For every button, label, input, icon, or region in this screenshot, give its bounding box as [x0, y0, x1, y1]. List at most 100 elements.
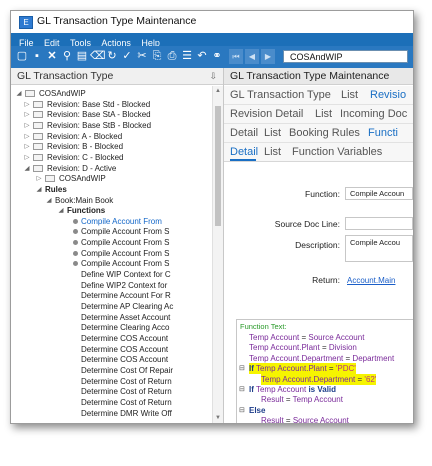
tree-item[interactable]: Determine Cost of Return — [11, 386, 213, 397]
fold-icon[interactable]: ⊟ — [239, 384, 245, 395]
pin-icon[interactable]: ⇩ — [209, 68, 217, 85]
fold-icon[interactable]: ⊟ — [239, 363, 245, 374]
expand-icon[interactable]: ▷ — [23, 141, 31, 152]
tree-item[interactable]: Compile Account From S — [11, 226, 213, 237]
tab-gl-transaction-type[interactable]: GL Transaction Type — [230, 86, 331, 104]
tree-item[interactable]: ◢ Rules — [11, 184, 213, 195]
toolbar: ▢ ▪ ✕ ⚲ ▤ ⌫ ↻ ✓ ✂ ⎘ ⎙ ☰ ↶ ⚭ ⏮ ◀ ▶ COSAnd… — [11, 46, 413, 68]
tab-incoming-doc[interactable]: Incoming Doc — [340, 105, 407, 123]
tree-item[interactable]: Determine Clearing Acco — [11, 322, 213, 333]
tree-item[interactable]: ▷ Revision: Base StB - Blocked — [11, 120, 213, 131]
collapse-icon[interactable]: ◢ — [23, 163, 31, 174]
collapse-icon[interactable]: ◢ — [45, 195, 53, 206]
tab-booking-rules[interactable]: Booking Rules — [289, 124, 360, 142]
tree-item[interactable]: Determine COS Account — [11, 344, 213, 355]
refresh-icon[interactable]: ↻ — [105, 49, 119, 64]
function-field[interactable]: Compile Accoun — [345, 187, 413, 200]
tree-item[interactable]: ▷ Revision: Base StA - Blocked — [11, 109, 213, 120]
tree-item[interactable]: ◢ COSAndWIP — [11, 88, 213, 99]
tree-item[interactable]: ▷ Revision: Base Std - Blocked — [11, 99, 213, 110]
attach-icon[interactable]: ⎘ — [150, 49, 164, 64]
tree-item[interactable]: ◢ Functions — [11, 205, 213, 216]
expand-icon[interactable]: ▷ — [23, 120, 31, 131]
tree-item[interactable]: ◢ Book:Main Book — [11, 195, 213, 206]
tab-revision[interactable]: Revisio — [370, 86, 406, 104]
tree-item[interactable]: Compile Account From S — [11, 258, 213, 269]
tab-rule-list[interactable]: List — [264, 124, 281, 142]
clear-icon[interactable]: ⌫ — [90, 49, 106, 64]
return-link[interactable]: Account.Main — [347, 276, 395, 285]
tree-item[interactable]: ▷ Revision: A - Blocked — [11, 131, 213, 142]
tree-item[interactable]: ▷ Revision: C - Blocked — [11, 152, 213, 163]
tree-item[interactable]: Determine Cost of Return — [11, 397, 213, 408]
print-icon[interactable]: ⎙ — [165, 49, 179, 64]
function-bullet-icon — [73, 261, 78, 267]
tab-function-variables[interactable]: Function Variables — [292, 143, 382, 161]
check-icon[interactable]: ✓ — [120, 49, 134, 64]
tree-panel-title: GL Transaction Type — [17, 70, 114, 82]
tab-rule-detail[interactable]: Detail — [230, 124, 258, 142]
binoculars-icon[interactable]: ⚲ — [60, 49, 74, 64]
function-text-label: Function Text: — [240, 322, 287, 331]
code-line: Temp Account = Source Account — [237, 332, 413, 343]
prev-record-icon[interactable]: ◀ — [245, 49, 259, 64]
next-record-icon[interactable]: ▶ — [261, 49, 275, 64]
tree-item[interactable]: Compile Account From S — [11, 248, 213, 259]
tab-revision-detail[interactable]: Revision Detail — [230, 105, 303, 123]
tree-item[interactable]: ◢ Revision: D - Active — [11, 163, 213, 174]
expand-icon[interactable]: ▷ — [23, 99, 31, 110]
collapse-icon[interactable]: ◢ — [35, 184, 43, 195]
folder-icon[interactable]: ▤ — [75, 49, 89, 64]
code-variable: Temp Account — [249, 333, 300, 342]
collapse-icon[interactable]: ◢ — [57, 205, 65, 216]
scroll-thumb[interactable] — [215, 106, 221, 226]
tree-item[interactable]: Determine Cost Of Repair — [11, 365, 213, 376]
scroll-up-icon[interactable]: ▲ — [213, 86, 223, 96]
list-icon[interactable]: ☰ — [180, 49, 194, 64]
tree-item-label: Determine Account For R — [81, 291, 171, 301]
tree-item[interactable]: Determine Asset Account — [11, 312, 213, 323]
tab-functions[interactable]: Functi — [368, 124, 398, 142]
tree-item[interactable]: Determine DMR Write Off — [11, 408, 213, 419]
folder-icon — [33, 143, 43, 151]
tree-item[interactable]: Determine COS Account — [11, 354, 213, 365]
cut-icon[interactable]: ✂ — [135, 49, 149, 64]
tree-item[interactable]: Define WIP2 Context for — [11, 280, 213, 291]
expand-icon[interactable]: ▷ — [23, 131, 31, 142]
new-icon[interactable]: ▢ — [15, 49, 29, 64]
return-label: Return: — [312, 275, 340, 285]
description-field[interactable]: Compile Accou — [345, 235, 413, 262]
search-icon[interactable]: ⚭ — [210, 49, 224, 64]
first-record-icon[interactable]: ⏮ — [229, 49, 243, 64]
tree-item[interactable]: Determine Account For R — [11, 290, 213, 301]
code-operator: = — [357, 374, 363, 384]
folder-icon — [33, 121, 43, 129]
save-icon[interactable]: ▪ — [30, 49, 44, 64]
expand-icon[interactable]: ▷ — [23, 152, 31, 163]
tree-scrollbar[interactable]: ▲ ▼ — [212, 86, 223, 423]
source-doc-line-field[interactable] — [345, 217, 413, 230]
expand-icon[interactable]: ▷ — [23, 109, 31, 120]
tree-item-label: Compile Account From — [81, 216, 162, 226]
tab-function-list[interactable]: List — [264, 143, 281, 161]
tab-revision-list[interactable]: List — [315, 105, 332, 123]
record-key-input[interactable]: COSAndWIP — [283, 50, 408, 63]
delete-icon[interactable]: ✕ — [45, 49, 59, 64]
undo-icon[interactable]: ↶ — [195, 49, 209, 64]
tab-list[interactable]: List — [341, 86, 358, 104]
code-variable: Result — [261, 416, 284, 423]
function-bullet-icon — [73, 240, 78, 246]
tree-item[interactable]: Compile Account From S — [11, 237, 213, 248]
tree-item[interactable]: Determine AP Clearing Ac — [11, 301, 213, 312]
tree-item[interactable]: Define WIP Context for C — [11, 269, 213, 280]
tree-item[interactable]: Determine Cost of Return — [11, 376, 213, 387]
tree-item[interactable]: Compile Account From — [11, 216, 213, 227]
fold-icon[interactable]: ⊟ — [239, 405, 245, 416]
function-text-editor[interactable]: Function Text: Temp Account = Source Acc… — [236, 319, 413, 423]
tree-item[interactable]: Determine COS Account — [11, 333, 213, 344]
tree-item[interactable]: ▷ Revision: B - Blocked — [11, 141, 213, 152]
scroll-down-icon[interactable]: ▼ — [213, 413, 223, 423]
collapse-icon[interactable]: ◢ — [15, 88, 23, 99]
tree-item[interactable]: ▷ COSAndWIP — [11, 173, 213, 184]
expand-icon[interactable]: ▷ — [35, 173, 43, 184]
